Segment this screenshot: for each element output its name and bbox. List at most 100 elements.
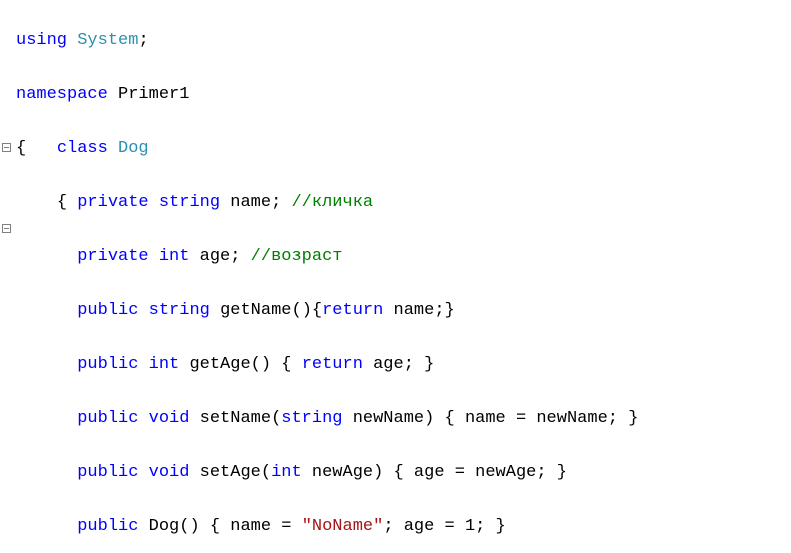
punct: { (445, 409, 455, 428)
code-line[interactable]: public void setName(string newName) { na… (16, 405, 638, 432)
punct: { (16, 139, 26, 158)
space (547, 463, 557, 482)
operator: = (434, 517, 465, 536)
space (363, 355, 373, 374)
space (394, 517, 404, 536)
space (404, 463, 414, 482)
keyword: int (271, 463, 302, 482)
code-line[interactable]: public string getName(){return name;} (16, 297, 638, 324)
identifier: name (465, 409, 506, 428)
code-line[interactable]: { private string name; //кличка (16, 189, 638, 216)
space (414, 355, 424, 374)
space (138, 301, 148, 320)
keyword: namespace (16, 85, 108, 104)
punct: ( (271, 409, 281, 428)
space (455, 409, 465, 428)
punct: ( (179, 517, 189, 536)
punct: ; (230, 247, 240, 266)
punct: } (557, 463, 567, 482)
keyword: int (159, 247, 190, 266)
keyword: int (149, 355, 180, 374)
keyword: void (149, 409, 190, 428)
code-area[interactable]: using System; namespace Primer1 { class … (14, 0, 638, 553)
space (16, 301, 77, 320)
punct: ( (291, 301, 301, 320)
operator: = (506, 409, 537, 428)
identifier: newName (353, 409, 424, 428)
space (138, 463, 148, 482)
punct: { (312, 301, 322, 320)
space (302, 463, 312, 482)
punct: { (281, 355, 291, 374)
punct: { (210, 517, 220, 536)
punct: } (424, 355, 434, 374)
code-line[interactable]: private int age; //возраст (16, 243, 638, 270)
operator: = (445, 463, 476, 482)
space (189, 247, 199, 266)
fold-marker-icon[interactable] (2, 224, 11, 233)
code-line[interactable]: namespace Primer1 (16, 81, 638, 108)
punct: ( (251, 355, 261, 374)
space (210, 301, 220, 320)
space (16, 409, 77, 428)
keyword: return (322, 301, 383, 320)
keyword: string (149, 301, 210, 320)
punct: ; (434, 301, 444, 320)
space (179, 355, 189, 374)
space (189, 463, 199, 482)
punct: ) (424, 409, 434, 428)
space (67, 31, 77, 50)
punct: ; (404, 355, 414, 374)
punct: ; (475, 517, 485, 536)
space (138, 355, 148, 374)
space (383, 301, 393, 320)
space (291, 355, 301, 374)
comment: //возраст (251, 247, 343, 266)
code-line[interactable]: public void setAge(int newAge) { age = n… (16, 459, 638, 486)
space (343, 409, 353, 428)
keyword: class (57, 139, 108, 158)
identifier: getAge (189, 355, 250, 374)
punct: ; (608, 409, 618, 428)
identifier: name (230, 193, 271, 212)
space (271, 355, 281, 374)
type-name: System (77, 31, 138, 50)
code-editor[interactable]: using System; namespace Primer1 { class … (0, 0, 791, 553)
space (240, 247, 250, 266)
identifier: age (200, 247, 231, 266)
identifier: name (230, 517, 271, 536)
identifier: age (414, 463, 445, 482)
keyword: string (159, 193, 220, 212)
identifier: name (394, 301, 435, 320)
punct: ) (261, 355, 271, 374)
code-line[interactable]: using System; (16, 27, 638, 54)
space (149, 247, 159, 266)
space (149, 193, 159, 212)
punct: ) (373, 463, 383, 482)
identifier: age (404, 517, 435, 536)
punct: } (445, 301, 455, 320)
code-line[interactable]: public Dog() { name = "NoName"; age = 1;… (16, 513, 638, 540)
space (618, 409, 628, 428)
type-name: Dog (118, 139, 149, 158)
code-line[interactable]: { class Dog (16, 135, 638, 162)
identifier: setName (200, 409, 271, 428)
identifier: Dog (149, 517, 180, 536)
space (485, 517, 495, 536)
punct: ( (261, 463, 271, 482)
space (220, 517, 230, 536)
keyword: public (77, 409, 138, 428)
keyword: return (302, 355, 363, 374)
identifier: getName (220, 301, 291, 320)
fold-marker-icon[interactable] (2, 143, 11, 152)
space (383, 463, 393, 482)
keyword: public (77, 355, 138, 374)
space (26, 139, 57, 158)
code-line[interactable]: public int getAge() { return age; } (16, 351, 638, 378)
space (434, 409, 444, 428)
space (200, 517, 210, 536)
keyword: void (149, 463, 190, 482)
space (67, 193, 77, 212)
keyword: public (77, 517, 138, 536)
space (108, 139, 118, 158)
